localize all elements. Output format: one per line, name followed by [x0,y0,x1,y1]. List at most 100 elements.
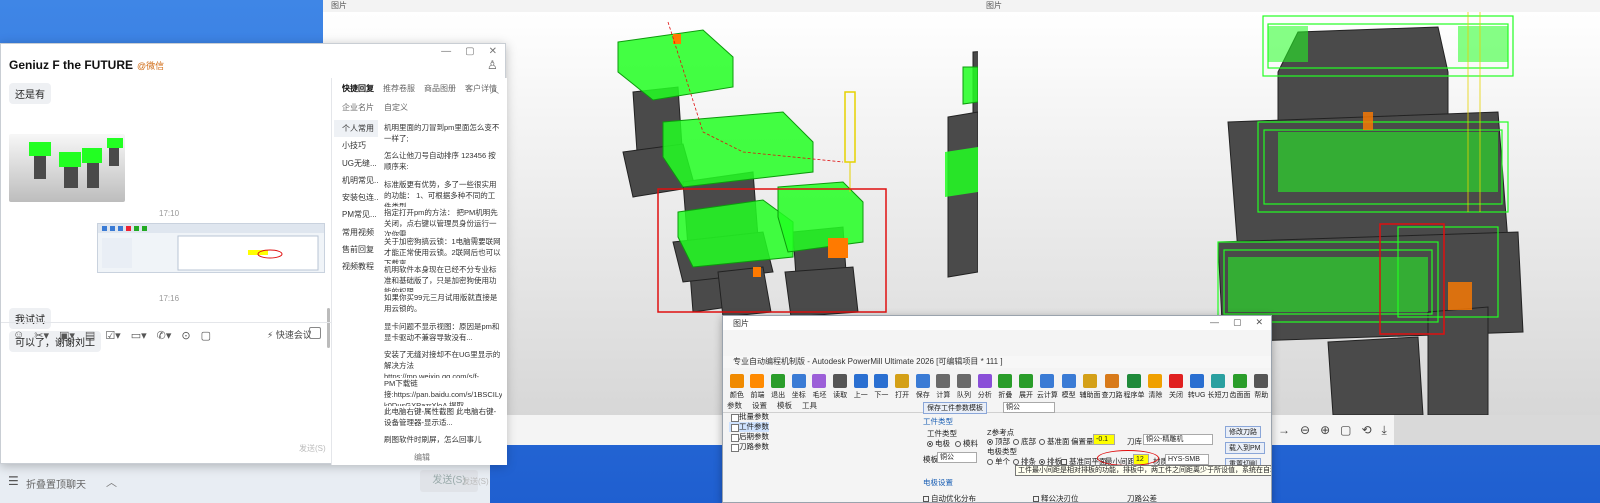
ribbon-label: 云计算 [1036,392,1058,399]
rotate-icon[interactable]: ⟲ [1361,423,1371,437]
workpiece-type-electrode[interactable]: 电极 [927,438,950,449]
tree-item[interactable]: 后期参数 [729,432,769,442]
ribbon-label: 打开 [895,392,910,399]
scissors-icon[interactable]: ✂▾ [34,329,49,342]
subtab-business-card[interactable]: 企业名片 [342,102,374,113]
quick-reply-item[interactable]: PM下载链接:https://pan.baidu.com/s/1BSCILy-k… [384,378,502,406]
ribbon-button[interactable]: 上一 [851,371,871,412]
file-icon[interactable]: ▤ [85,329,95,342]
chamfer-check[interactable]: 释公决刃位 [1033,493,1079,502]
electrode-type-single[interactable]: 单个 [987,456,1010,467]
category-item[interactable]: UG无缝... [334,155,378,172]
tool-lib-select[interactable]: 铜公-精雕机 [1143,434,1213,445]
tree-tabs: 参数 设置 模板 工具 [727,400,817,411]
message-list: 还是有 17:10 17:16 我试试 可以了，谢谢刘工 [1,78,331,352]
collapse-icon[interactable]: ︿ [490,83,499,96]
emoji-icon[interactable]: ☺ [13,329,24,342]
category-item[interactable]: PM常见... [334,206,378,223]
z-ref-base[interactable]: 基准面 [1039,436,1070,447]
quick-reply-item[interactable]: 如果你买99元三月试用版就直接是用云锁的。 [384,292,502,320]
offset-input[interactable]: -0.1 [1093,434,1115,445]
tree-tab[interactable]: 设置 [752,400,767,411]
quick-reply-item[interactable]: 安装了无缝对接却不在UG里显示的解决方法 https://mp.weixin.q… [384,349,502,377]
chat-window: — ▢ ✕ Geniuz F the FUTURE @微信 ♙ 还是有 17:10 [0,43,507,486]
category-item[interactable]: 安装包连... [334,189,378,206]
folder-icon[interactable]: ▭▾ [131,329,147,342]
send-hint[interactable]: 发送(S) [299,443,326,454]
message-composer[interactable]: ☺ ✂▾ ▣▾ ▤ ☑▾ ▭▾ ✆▾ ⊙ ▢ ⚡ 快速会议 发送(S) [1,322,331,465]
ribbon-label: 关闭 [1168,392,1183,399]
load-to-pm-button[interactable]: 载入到PM [1225,442,1265,454]
minimize-icon[interactable]: — [441,46,451,57]
modify-toolpath-button[interactable]: 修改刀路 [1225,426,1261,438]
category-item[interactable]: 视频教程 [334,258,378,275]
edit-button[interactable]: 编辑 [414,452,430,463]
close-icon[interactable]: ✕ [1255,317,1263,328]
tree-item[interactable]: 工件参数 [729,422,769,432]
tab-catalog[interactable]: 商品图册 [424,83,456,94]
collapse-pinned-label[interactable]: 折叠置顶聊天 [26,476,86,491]
ribbon-label: 毛坯 [812,392,827,399]
quick-reply-item[interactable]: 怎么让他刀号自动排序 123456 按顺序来: [384,150,502,178]
image-icon[interactable]: ▣▾ [59,329,75,342]
option-label: 单个 [995,457,1010,466]
ribbon-label: 计算 [936,392,951,399]
quick-reply-item[interactable]: 此电脑右键-属性截图 此电脑右键-设备管理器-显示适... [384,406,502,434]
ribbon-icon [957,374,972,388]
zoom-out-icon[interactable]: ⊖ [1300,423,1310,437]
list-icon[interactable]: ☰ [8,474,19,488]
tree-item[interactable]: 批量参数 [729,412,769,422]
maximize-icon[interactable]: ▢ [1233,317,1242,328]
close-icon[interactable]: ✕ [489,46,497,57]
sidebar-toggle-icon[interactable] [309,327,321,339]
quick-reply-item[interactable]: 刷图软件时刷屏，怎么回事儿 [384,434,502,448]
more-icon[interactable]: ⊙ [181,329,190,342]
image-message[interactable] [9,134,125,202]
quick-reply-item[interactable]: 指定打开pm的方法： 把PM机明先关闭，点右键以管理员身份运行一次你需... [384,207,502,235]
next-arrow-icon[interactable]: → [1278,423,1290,437]
material-select[interactable]: HYS-SMB [1165,454,1209,465]
category-item[interactable]: 机明常见... [334,172,378,189]
category-item[interactable]: 个人常用 [334,120,378,138]
quick-meeting-button[interactable]: ⚡ 快速会议 [267,328,312,341]
window-controls: — ▢ ✕ [441,46,497,57]
category-item[interactable]: 小技巧 [334,137,378,154]
save-template-button[interactable]: 保存工件参数模板 [923,402,987,414]
chat-footer-strip: ☰ 折叠置顶聊天 ︿ 发送(S) [0,463,490,503]
tree-tab[interactable]: 模板 [777,400,792,411]
tree-tab[interactable]: 参数 [727,400,742,411]
zoom-in-icon[interactable]: ⊕ [1320,423,1330,437]
chevron-up-icon[interactable]: ︿ [106,474,117,490]
fit-icon[interactable]: ▢ [1340,423,1351,437]
subtab-custom[interactable]: 自定义 [384,102,408,113]
task-icon[interactable]: ☑▾ [105,329,120,342]
chat-titlebar: — ▢ ✕ Geniuz F the FUTURE @微信 ♙ [1,44,505,78]
ribbon-label: 读取 [833,392,848,399]
tree-tab[interactable]: 工具 [802,400,817,411]
quick-reply-item[interactable]: 关于加密狗搞云锁：1电脑需要联网才能正常使用云锁。2联网后也可以下载离... [384,236,502,264]
category-item[interactable]: 常用视频 [334,224,378,241]
template-select-2[interactable]: 铜公 [937,452,977,463]
quick-reply-item[interactable]: 标准版更有优势，多了一些很实用的功能： 1、可根据多种不同的工件类型... [384,179,502,207]
download-icon[interactable]: ⤓ [1382,423,1387,438]
quick-reply-item[interactable]: 机明里面的刀冒到pm里面怎么变不一样了; [384,122,502,150]
screenshot-message[interactable] [97,223,325,273]
workpiece-type-mold[interactable]: 模料 [955,438,978,449]
quick-reply-item[interactable]: 显卡问题不显示视图：原因是pm和显卡驱动不兼容导致没有... [384,321,502,349]
quick-reply-item[interactable]: 机明软件本身现在已经不分专业标准和基础版了，只是加密狗使用功能的权限... [384,264,502,292]
template-select[interactable]: 铜公 [1003,402,1055,413]
tab-quick-reply[interactable]: 快捷回复 [342,83,374,94]
ribbon-button[interactable]: 打开 [892,371,912,412]
ribbon-button[interactable]: 下一 [872,371,892,412]
tab-recommend[interactable]: 推荐卷服 [383,83,415,94]
maximize-icon[interactable]: ▢ [465,46,474,57]
auto-optimize-check[interactable]: 自动优化分布 [923,493,976,502]
ribbon-button[interactable]: 读取 [830,371,850,412]
tree-item[interactable]: 刀路参数 [729,442,769,452]
add-member-icon[interactable]: ♙ [487,58,498,72]
chat-record-icon[interactable]: ▢ [201,329,211,342]
send-button[interactable]: 发送(S) [462,476,489,487]
phone-icon[interactable]: ✆▾ [157,329,172,342]
minimize-icon[interactable]: — [1210,317,1219,328]
category-item[interactable]: 售前回复 [334,241,378,258]
